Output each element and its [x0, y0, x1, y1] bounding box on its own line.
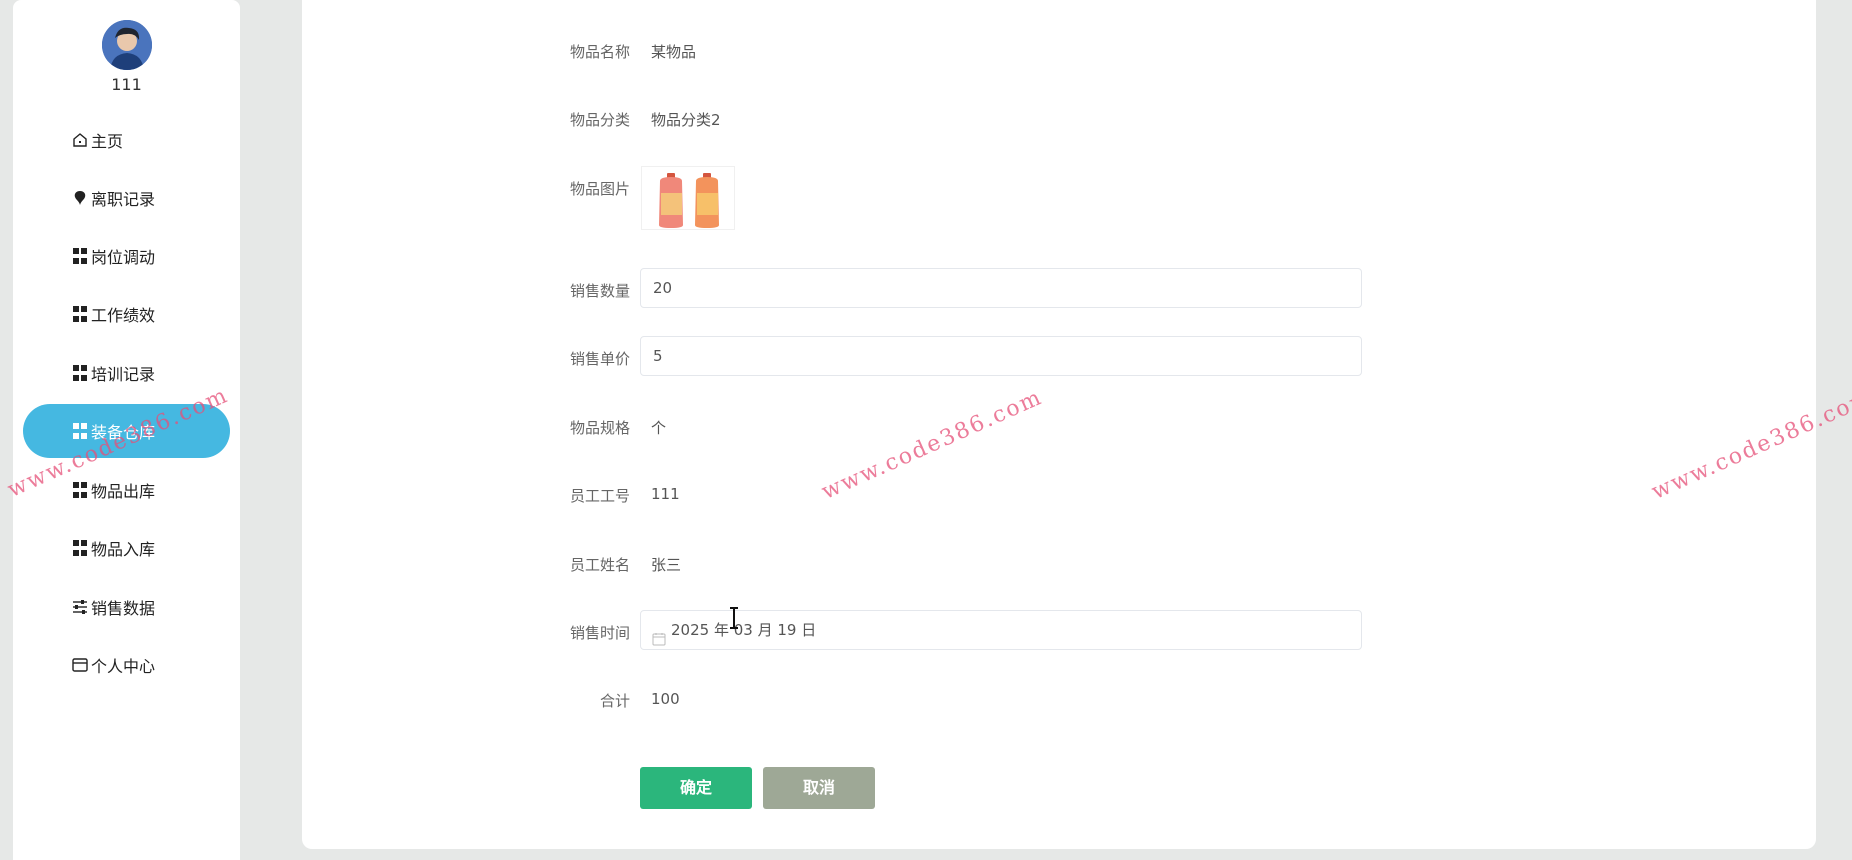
- item-image-thumbnail[interactable]: [641, 166, 735, 230]
- sales-quantity-input[interactable]: 20: [640, 268, 1362, 308]
- sidebar-item-inbound[interactable]: 物品入库: [23, 521, 230, 575]
- sidebar-item-label: 离职记录: [91, 190, 156, 209]
- text-cursor-icon: [728, 606, 740, 630]
- avatar[interactable]: [102, 20, 152, 70]
- item-name-value: 某物品: [651, 43, 697, 61]
- item-image-label: 物品图片: [569, 180, 630, 198]
- employee-name-label: 员工姓名: [569, 556, 630, 574]
- pin-icon: [71, 189, 89, 207]
- sales-time-label: 销售时间: [569, 624, 630, 642]
- card-icon: [71, 656, 89, 674]
- avatar-image: [102, 20, 152, 70]
- grid-icon: [71, 364, 89, 382]
- sliders-icon: [71, 598, 89, 616]
- employee-name-value: 张三: [651, 556, 682, 574]
- grid-icon: [71, 247, 89, 265]
- sidebar-item-resignation[interactable]: 离职记录: [23, 171, 230, 225]
- item-category-value: 物品分类2: [651, 111, 721, 129]
- calendar-icon: [652, 622, 666, 646]
- item-spec-label: 物品规格: [569, 419, 630, 437]
- cancel-button[interactable]: 取消: [763, 767, 875, 809]
- grid-icon: [71, 305, 89, 323]
- sidebar-item-label: 物品出库: [91, 482, 156, 501]
- sidebar-item-sales-data[interactable]: 销售数据: [23, 580, 230, 634]
- sidebar-item-label: 个人中心: [91, 657, 156, 676]
- item-spec-value: 个: [651, 419, 667, 437]
- total-value: 100: [651, 690, 680, 708]
- sales-time-picker[interactable]: 2025 年 03 月 19 日: [640, 610, 1362, 650]
- sidebar-item-label: 销售数据: [91, 599, 156, 618]
- sidebar-item-label: 培训记录: [91, 365, 156, 384]
- home-icon: [71, 131, 89, 149]
- sidebar-item-performance[interactable]: 工作绩效: [23, 287, 230, 341]
- grid-icon: [71, 422, 89, 440]
- sidebar-item-label: 物品入库: [91, 540, 156, 559]
- employee-id-value: 111: [651, 485, 680, 503]
- sidebar-item-label: 主页: [91, 132, 124, 151]
- sidebar-item-transfer[interactable]: 岗位调动: [23, 229, 230, 283]
- grid-icon: [71, 539, 89, 557]
- sales-time-value: 2025 年 03 月 19 日: [671, 621, 817, 639]
- sales-price-input[interactable]: 5: [640, 336, 1362, 376]
- item-name-label: 物品名称: [569, 43, 630, 61]
- sidebar-item-label: 工作绩效: [91, 306, 156, 325]
- sidebar-item-home[interactable]: 主页: [23, 113, 230, 167]
- sidebar-item-label: 岗位调动: [91, 248, 156, 267]
- confirm-button[interactable]: 确定: [640, 767, 752, 809]
- sales-price-label: 销售单价: [569, 350, 630, 368]
- sidebar-item-profile[interactable]: 个人中心: [23, 638, 230, 692]
- item-category-label: 物品分类: [569, 111, 630, 129]
- employee-id-label: 员工工号: [569, 487, 630, 505]
- bottle-image: [642, 167, 734, 229]
- username: 111: [111, 75, 142, 94]
- total-label: 合计: [599, 692, 630, 710]
- grid-icon: [71, 481, 89, 499]
- sales-quantity-label: 销售数量: [569, 282, 630, 300]
